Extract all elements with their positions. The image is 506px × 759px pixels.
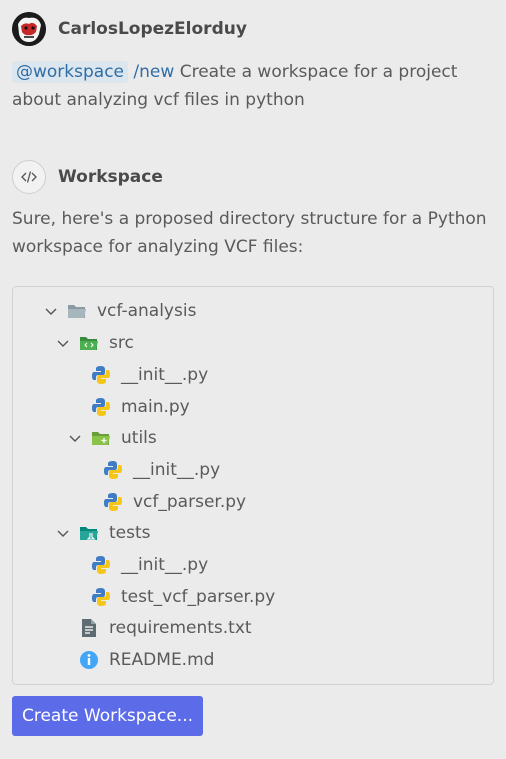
tree-item-utils-init[interactable]: __init__.py [103,456,220,484]
tree-item-utils-parser[interactable]: vcf_parser.py [103,488,246,516]
assistant-reply: Sure, here's a proposed directory struct… [12,209,487,257]
tree-item-label: __init__.py [121,365,209,385]
tree-item-tests-parser[interactable]: test_vcf_parser.py [91,583,275,611]
folder-src-icon [80,337,98,350]
user-avatar[interactable] [12,12,46,46]
command-chip[interactable]: /new [133,62,174,82]
tree-item-label: __init__.py [121,555,209,575]
tree-item-label: vcf_parser.py [133,492,247,512]
tree-item-label: README.md [109,650,215,670]
tree-item-root[interactable]: vcf-analysis [43,297,196,325]
tree-item-label: vcf-analysis [97,301,197,321]
tree-item-label: src [109,333,134,353]
tree-item-src-init[interactable]: __init__.py [91,361,208,389]
python-file-icon [104,493,122,511]
python-file-icon [92,556,110,574]
user-name: CarlosLopezElorduy [58,19,247,39]
folder-open-icon [68,305,86,318]
tree-item-label: main.py [121,397,190,417]
file-tree: vcf-analysis src __init__.py main.py uti… [12,286,494,685]
agent-mention-chip[interactable]: @workspace [12,61,129,83]
tree-item-src-main[interactable]: main.py [91,393,190,421]
tree-item-utils[interactable]: utils [67,424,157,452]
chevron-down-icon[interactable] [55,525,71,541]
tree-item-label: test_vcf_parser.py [121,587,276,607]
tree-item-tests-init[interactable]: __init__.py [91,551,208,579]
python-file-icon [92,398,110,416]
user-prompt: @workspace /new Create a workspace for a… [12,58,492,114]
chevron-down-icon[interactable] [55,335,71,351]
create-workspace-button[interactable]: Create Workspace... [12,696,203,736]
assistant-name: Workspace [58,167,163,187]
tree-item-label: tests [109,523,151,543]
tree-item-requirements[interactable]: requirements.txt [79,614,252,642]
text-file-icon [82,619,96,637]
tree-item-readme[interactable]: README.md [79,646,214,674]
python-file-icon [92,366,110,384]
tree-item-tests[interactable]: tests [55,519,151,547]
chat-panel: CarlosLopezElorduy @workspace /new Creat… [0,0,506,759]
python-file-icon [104,461,122,479]
folder-test-icon [80,527,98,540]
folder-utils-icon [92,432,110,445]
chevron-down-icon[interactable] [67,430,83,446]
info-icon [80,651,98,669]
code-icon [12,160,46,194]
user-message-header: CarlosLopezElorduy [12,12,247,46]
tree-item-label: __init__.py [133,460,221,480]
chevron-down-icon[interactable] [43,303,59,319]
python-file-icon [92,588,110,606]
assistant-message-header: Workspace [12,160,163,194]
tree-item-label: utils [121,428,157,448]
tree-item-label: requirements.txt [109,618,252,638]
tree-item-src[interactable]: src [55,329,134,357]
